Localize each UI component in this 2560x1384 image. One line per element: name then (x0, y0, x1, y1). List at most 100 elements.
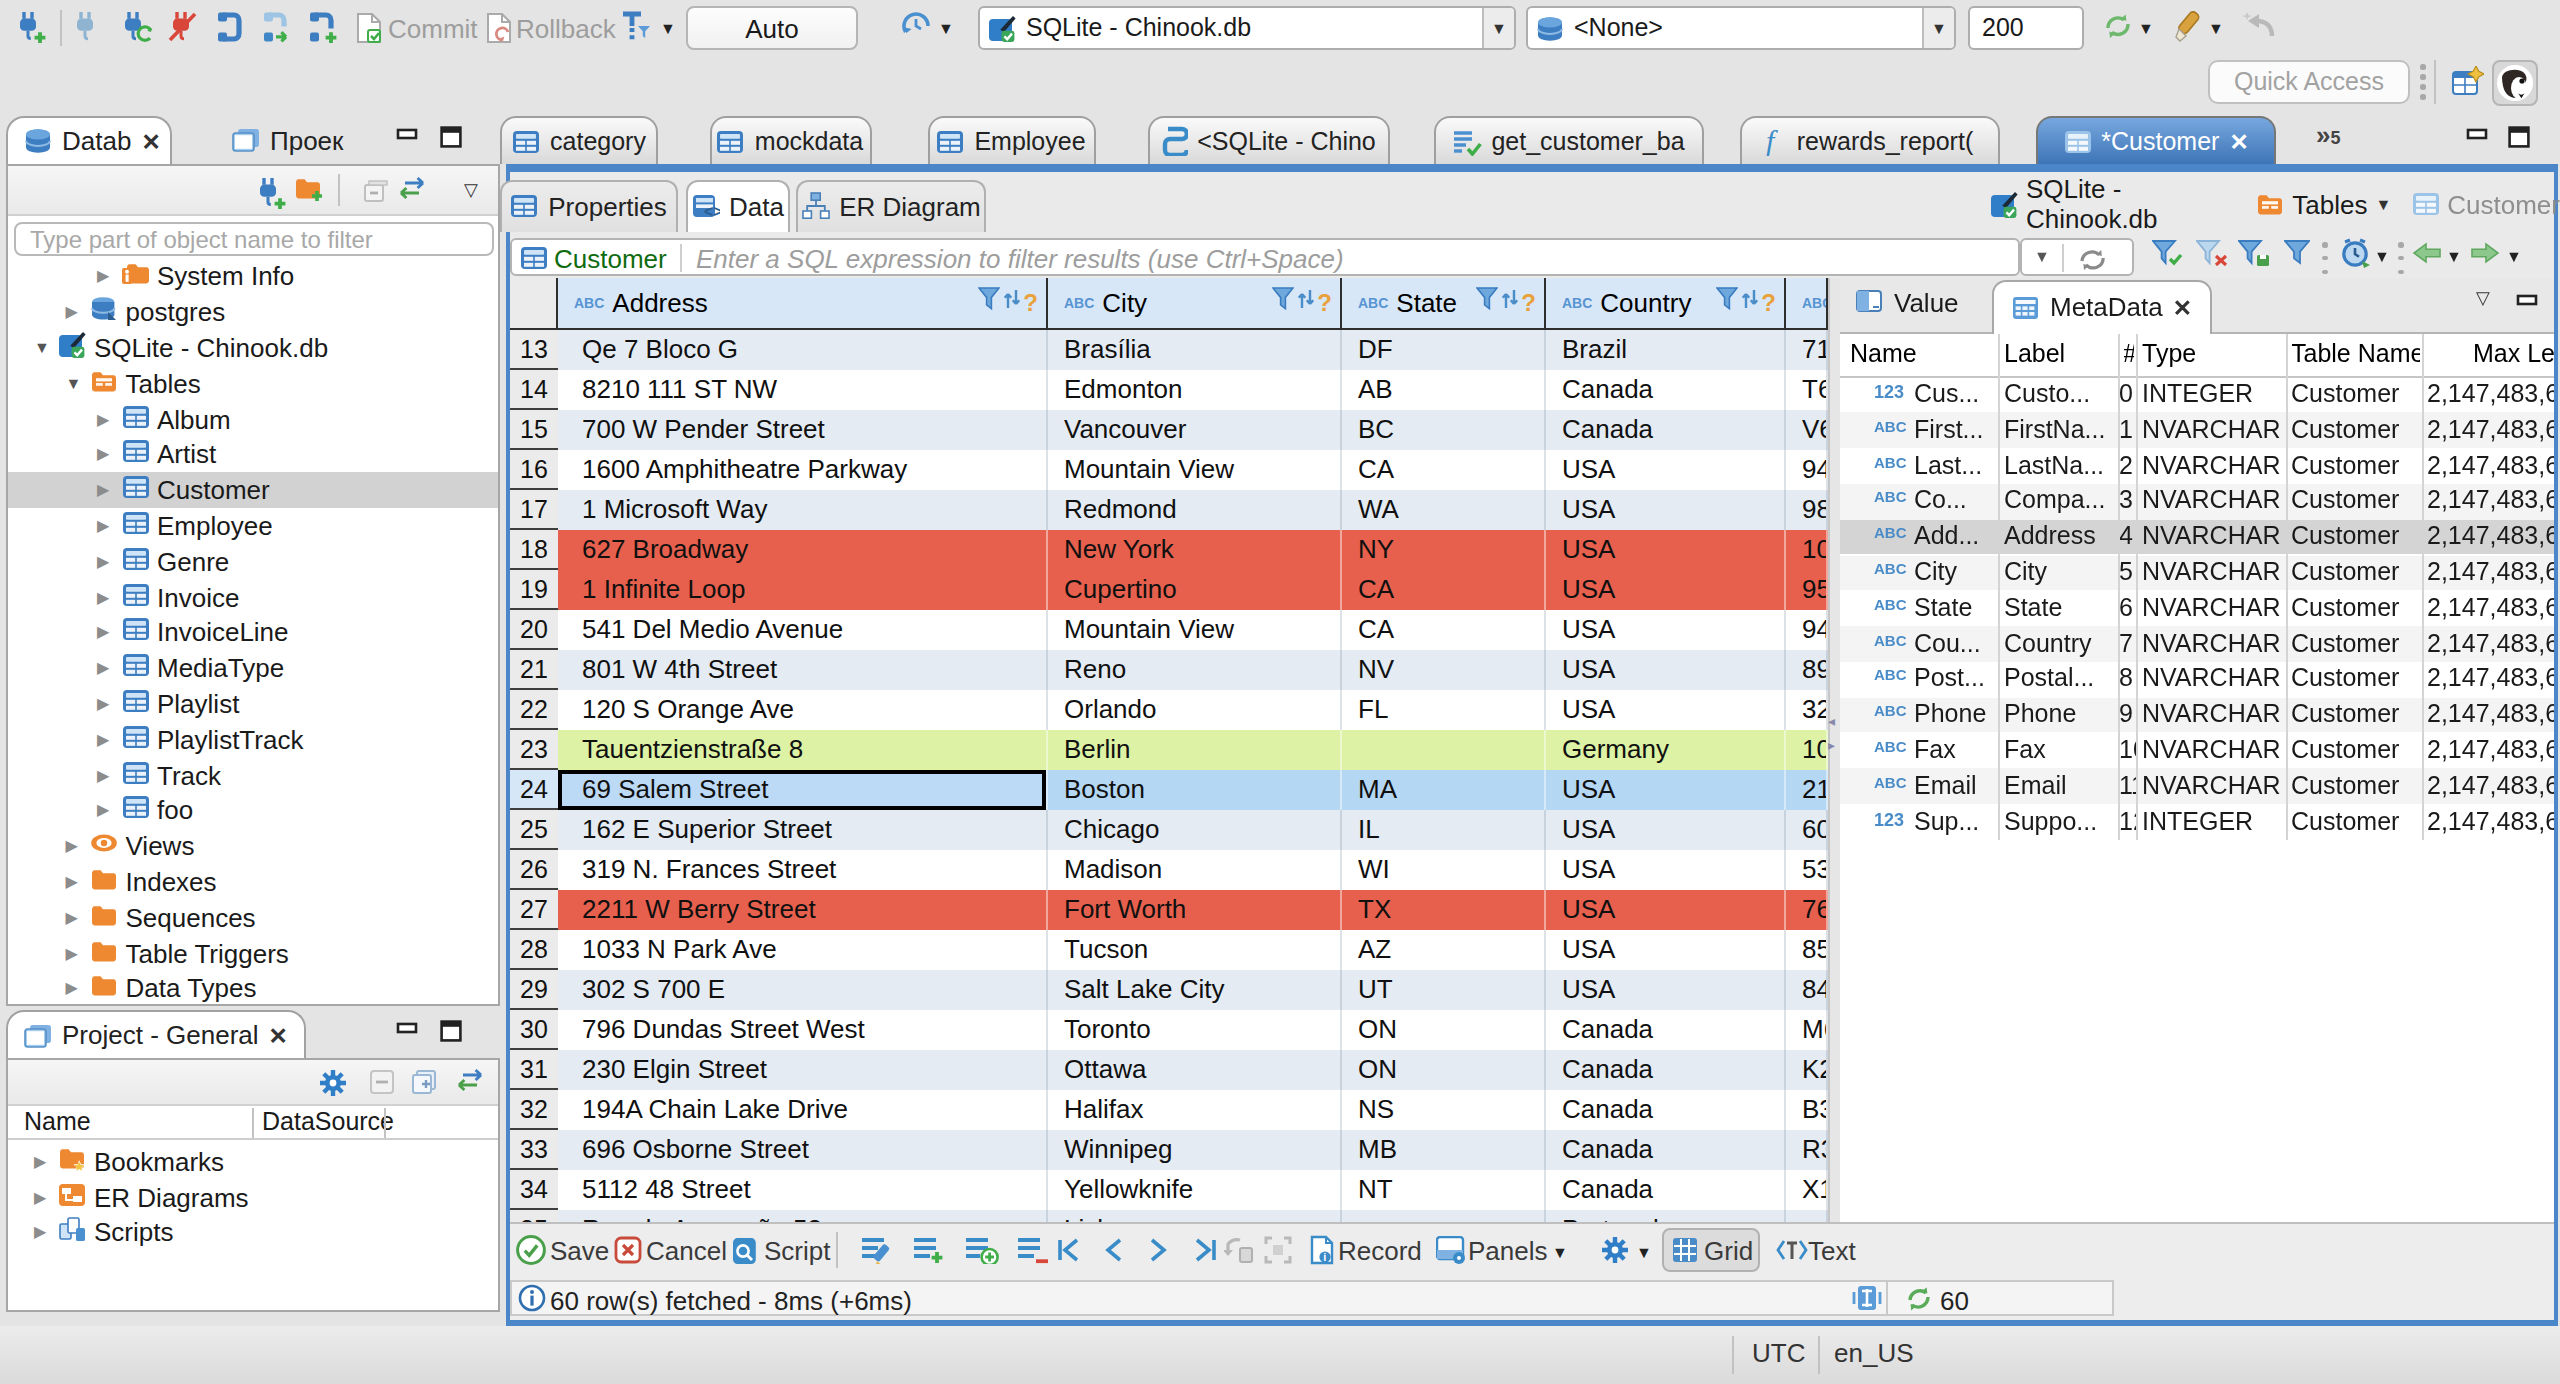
table-row-28[interactable]: 281033 N Park AveTucsonAZUSA85 (510, 930, 1828, 970)
schema-selector[interactable]: <None> ▼ (1526, 6, 1956, 50)
cell[interactable]: USA (1546, 930, 1786, 970)
calc-panel-icon[interactable] (1852, 1284, 1882, 1312)
cell[interactable]: USA (1546, 970, 1786, 1010)
view-menu-icon[interactable]: ▽ (464, 180, 478, 200)
filter-funnel-icon[interactable] (1475, 288, 1497, 318)
tree-item-views[interactable]: ▶Views (8, 829, 498, 865)
auto-commit-button[interactable]: Auto (686, 6, 858, 50)
cell[interactable] (1342, 730, 1546, 770)
auto-refresh-dropdown[interactable]: ▼ (2374, 248, 2390, 266)
duplicate-row-icon[interactable] (964, 1236, 1000, 1264)
gear-icon[interactable] (318, 1068, 348, 1098)
subtab-data[interactable]: <>Data (686, 179, 789, 232)
rollback-button[interactable]: Rollback (516, 14, 616, 44)
cell[interactable]: 95 (1786, 570, 1828, 610)
meta-column-header-name[interactable]: Name (1850, 339, 2000, 367)
cell[interactable]: Brasília (1048, 330, 1342, 370)
cell[interactable]: MB (1342, 1130, 1546, 1170)
cell[interactable]: M6 (1786, 1010, 1828, 1050)
next-result-icon[interactable] (2470, 242, 2500, 264)
expand-arrow-icon[interactable]: ▶ (66, 837, 78, 855)
cell[interactable]: 319 N. Frances Street (558, 850, 1048, 890)
grid-view-button[interactable]: Grid (1662, 1228, 1760, 1272)
cell[interactable]: T6 (1786, 370, 1828, 410)
cell[interactable]: New York (1048, 530, 1342, 570)
cell[interactable]: Redmond (1048, 490, 1342, 530)
cell[interactable]: 1033 N Park Ave (558, 930, 1048, 970)
cell[interactable]: NY (1342, 530, 1546, 570)
editor-minimize-icon[interactable] (2466, 128, 2488, 148)
cell[interactable] (1786, 1210, 1828, 1222)
cell[interactable]: 696 Osborne Street (558, 1130, 1048, 1170)
table-row-15[interactable]: 15700 W Pender StreetVancouverBCCanadaV6 (510, 410, 1828, 450)
editor-tab--customer[interactable]: *Customer✕ (2036, 116, 2276, 164)
object-filter-input[interactable]: Type part of object name to filter (14, 222, 494, 256)
tab-projects[interactable]: Проек (216, 116, 356, 164)
refresh-count-icon[interactable] (1904, 1284, 1934, 1312)
breadcrumb-customer[interactable]: Customer (2447, 189, 2560, 219)
editor-tab-category[interactable]: category (500, 116, 658, 164)
meta-column-header-table-name[interactable]: Table Name (2291, 339, 2419, 367)
filter-funnel-icon[interactable] (1715, 288, 1737, 318)
table-row-25[interactable]: 25162 E Superior StreetChicagoILUSA60 (510, 810, 1828, 850)
cell[interactable]: 60 (1786, 810, 1828, 850)
reconnect-icon[interactable] (120, 10, 154, 42)
cancel-icon[interactable] (614, 1236, 642, 1264)
new-transaction-icon[interactable] (304, 10, 338, 44)
meta-row-lastna-[interactable]: ABCLast...LastNa...2NVARCHARCustomer2,14… (1840, 448, 2553, 484)
quick-access-input[interactable]: Quick Access (2208, 60, 2410, 104)
expand-arrow-icon[interactable]: ▶ (66, 944, 78, 962)
new-folder-icon[interactable] (294, 176, 326, 202)
last-row-icon[interactable] (1192, 1237, 1218, 1263)
cell[interactable]: Fort Worth (1048, 890, 1342, 930)
meta-row-postal-[interactable]: ABCPost...Postal...8NVARCHARCustomer2,14… (1840, 662, 2553, 698)
filter-funnel-icon[interactable] (1271, 288, 1293, 318)
text-view-icon[interactable] (1776, 1237, 1808, 1263)
cell[interactable]: 94 (1786, 450, 1828, 490)
meta-row-country[interactable]: ABCCou...Country7NVARCHARCustomer2,147,4… (1840, 626, 2553, 662)
tree-item-genre[interactable]: ▶Genre (8, 544, 498, 580)
record-icon[interactable]: i (1308, 1235, 1334, 1265)
cell[interactable]: 120 S Orange Ave (558, 690, 1048, 730)
cell[interactable]: WA (1342, 490, 1546, 530)
meta-column-header--[interactable]: # (2123, 339, 2134, 367)
subtab-er-diagram[interactable]: ER Diagram (796, 179, 986, 232)
table-row-29[interactable]: 29302 S 700 ESalt Lake CityUTUSA84 (510, 970, 1828, 1010)
save-button[interactable]: Save (550, 1236, 609, 1266)
cell[interactable]: Madison (1048, 850, 1342, 890)
editor-maximize-icon[interactable] (2508, 126, 2530, 148)
tab-metadata[interactable]: MetaData ✕ (1992, 279, 2212, 333)
editor-tab-mockdata[interactable]: mockdata (709, 116, 871, 164)
meta-row-phone[interactable]: ABCPhonePhone9NVARCHARCustomer2,147,483,… (1840, 697, 2553, 733)
expand-arrow-icon[interactable]: ▶ (97, 445, 109, 463)
column-header-address[interactable]: ABCAddress? (558, 277, 1048, 330)
panels-button[interactable]: Panels (1468, 1236, 1548, 1266)
maximize-icon[interactable] (440, 1020, 462, 1042)
expand-arrow-icon[interactable]: ▶ (66, 303, 78, 321)
cell[interactable]: NT (1342, 1170, 1546, 1210)
tab-database-navigator[interactable]: Datab ✕ (6, 116, 172, 164)
cell[interactable]: 85 (1786, 930, 1828, 970)
tree-item-playlisttrack[interactable]: ▶PlaylistTrack (8, 722, 498, 758)
history-icon[interactable] (900, 10, 932, 42)
table-row-30[interactable]: 30796 Dundas Street WestTorontoONCanadaM… (510, 1010, 1828, 1050)
filter-apply-icon[interactable] (2152, 240, 2184, 266)
sort-icon[interactable] (1001, 288, 1021, 318)
column-header-city[interactable]: ABCCity? (1048, 277, 1342, 330)
cell[interactable]: USA (1546, 570, 1786, 610)
tree-item-tables[interactable]: ▼Tables (8, 366, 498, 402)
project-item-er-diagrams[interactable]: ▶ER Diagrams (8, 1179, 498, 1214)
tree-item-data-types[interactable]: ▶Data Types (8, 971, 498, 1003)
tree-item-mediatype[interactable]: ▶MediaType (8, 651, 498, 687)
cell[interactable]: 53 (1786, 850, 1828, 890)
cell[interactable]: R3 (1786, 1130, 1828, 1170)
cell[interactable]: Boston (1048, 770, 1342, 810)
cell[interactable]: 71 (1786, 330, 1828, 370)
cell[interactable]: Berlin (1048, 730, 1342, 770)
cell[interactable]: USA (1546, 450, 1786, 490)
connection-dropdown-arrow[interactable]: ▼ (1482, 8, 1514, 48)
panels-icon[interactable] (1436, 1236, 1466, 1264)
close-icon[interactable]: ✕ (141, 127, 160, 155)
expand-arrow-icon[interactable]: ▶ (66, 908, 78, 926)
expand-arrow-icon[interactable]: ▶ (97, 766, 109, 784)
